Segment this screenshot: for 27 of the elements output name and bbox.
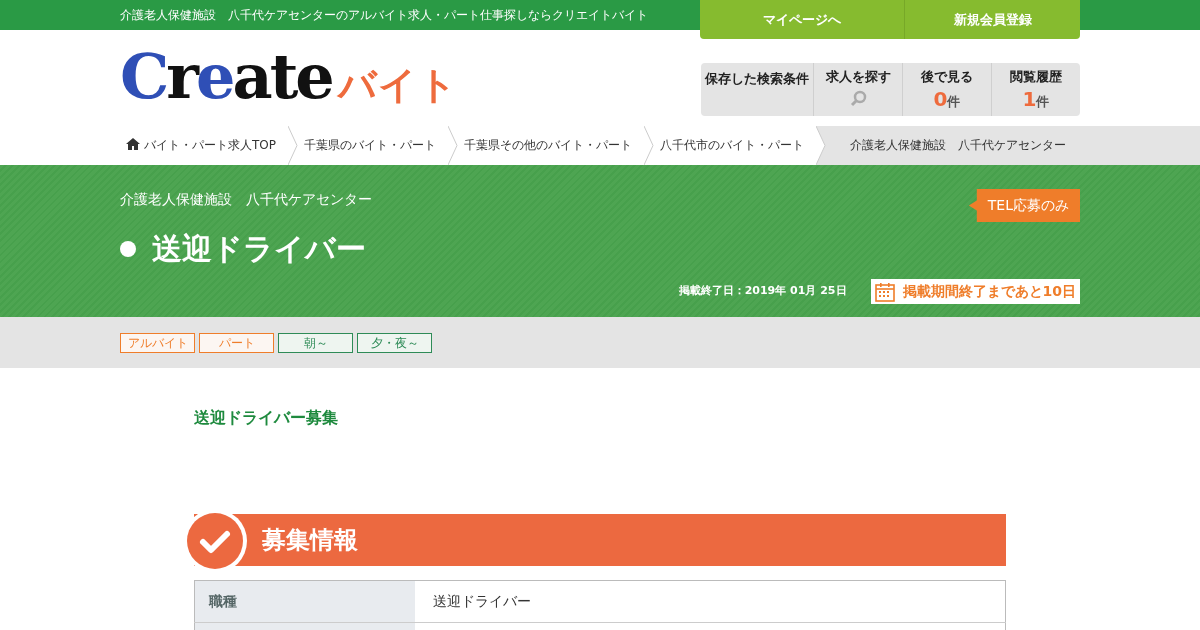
breadcrumb-link[interactable]: 千葉県のバイト・パート (298, 126, 448, 165)
home-icon (126, 138, 140, 150)
tagline: 介護老人保健施設 八千代ケアセンターのアルバイト求人・パート仕事探しならクリエイトバイト (120, 7, 648, 24)
tel-only-label: TEL応募のみ (968, 189, 1080, 222)
separator-icon (816, 126, 826, 165)
counter-menu-item[interactable]: 後で見る 0件 (902, 63, 991, 116)
company-name: 介護老人保健施設 八千代ケアセンター (120, 190, 372, 209)
remaining-days-label: 掲載期間終了まであと10日 (870, 279, 1080, 304)
row-label: 職種 (194, 580, 415, 623)
row-value: 送迎ドライバー (414, 580, 1006, 623)
bullet-icon (120, 240, 136, 257)
job-tag: パート (199, 333, 274, 353)
end-date: 掲載終了日：2019年 01月 25日 (678, 283, 847, 300)
counter-menu-item[interactable]: 閲覧履歴 1件 (991, 63, 1080, 116)
breadcrumb-link[interactable]: 千葉県その他のバイト・パート (458, 126, 644, 165)
breadcrumb-link[interactable]: 八千代市のバイト・パート (654, 126, 816, 165)
job-tag: アルバイト (120, 333, 195, 353)
job-tag: 朝～ (278, 333, 353, 353)
saved-search-menu-item[interactable]: 保存した検索条件 (701, 63, 813, 116)
job-title: 送迎ドライバー (152, 230, 366, 268)
calendar-icon (874, 281, 895, 302)
breadcrumb-link[interactable]: バイト・パート求人TOP (120, 126, 288, 165)
job-tag: 夕・夜～ (357, 333, 432, 353)
logo[interactable]: Createバイト (120, 46, 458, 126)
search-menu-item[interactable]: 求人を探す (813, 63, 902, 116)
catch-copy: 送迎ドライバー募集 (194, 407, 339, 429)
search-icon (849, 89, 867, 107)
